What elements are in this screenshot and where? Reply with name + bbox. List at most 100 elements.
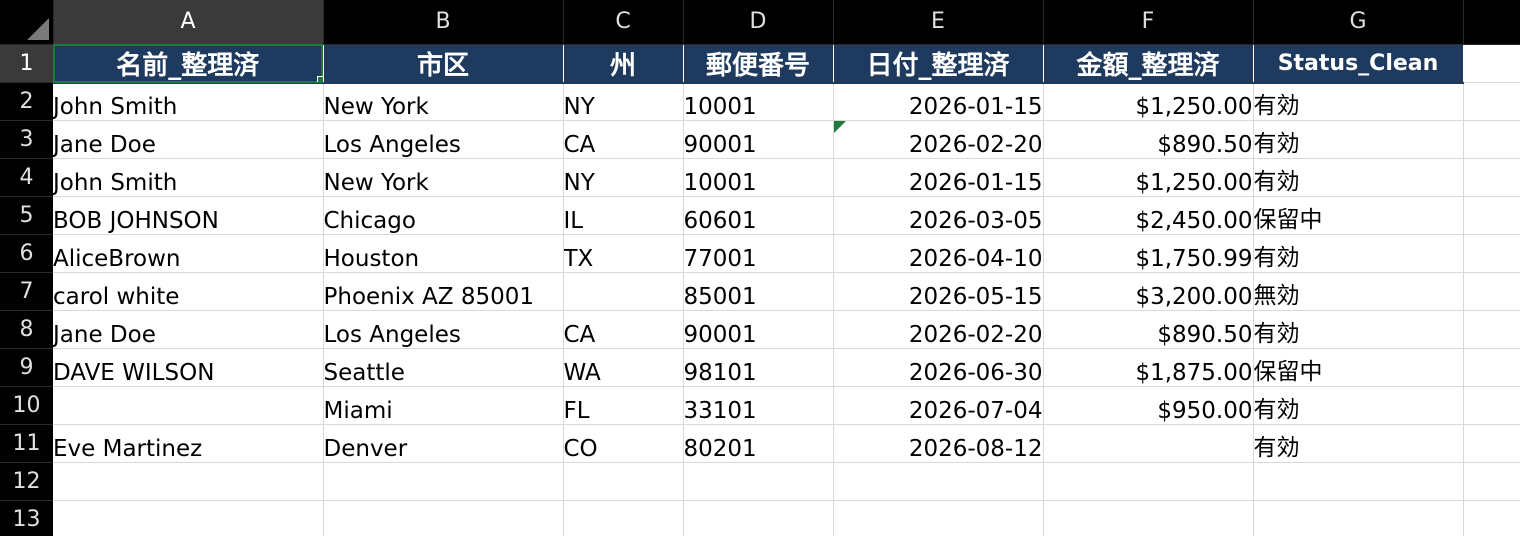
grid-cell[interactable]: $1,250.00 bbox=[1043, 158, 1254, 197]
grid-cell[interactable]: 98101 bbox=[683, 348, 834, 387]
fill-handle[interactable] bbox=[316, 75, 322, 81]
grid-cell[interactable]: AliceBrown bbox=[53, 234, 324, 273]
grid-cell[interactable]: 2026-04-10 bbox=[833, 234, 1044, 273]
grid-cell[interactable]: Los Angeles bbox=[323, 310, 564, 349]
grid-cell[interactable]: 90001 bbox=[683, 120, 834, 159]
grid-cell[interactable]: 有効 bbox=[1253, 120, 1464, 159]
header-cell-amount[interactable]: 金額_整理済 bbox=[1043, 44, 1254, 84]
header-cell-city[interactable]: 市区 bbox=[323, 44, 564, 84]
grid-cell[interactable]: 有効 bbox=[1253, 82, 1464, 121]
grid-cell[interactable]: WA bbox=[563, 348, 684, 387]
grid-cell[interactable]: CA bbox=[563, 120, 684, 159]
grid-cell[interactable] bbox=[683, 462, 834, 501]
column-header-b[interactable]: B bbox=[323, 0, 564, 45]
grid-cell[interactable]: Jane Doe bbox=[53, 310, 324, 349]
grid-cell[interactable] bbox=[1463, 272, 1520, 311]
row-header[interactable]: 10 bbox=[0, 386, 53, 425]
header-cell-date[interactable]: 日付_整理済 bbox=[833, 44, 1044, 84]
grid-cell[interactable] bbox=[53, 500, 324, 536]
grid-cell[interactable]: IL bbox=[563, 196, 684, 235]
row-header[interactable]: 5 bbox=[0, 196, 53, 235]
grid-cell[interactable]: $950.00 bbox=[1043, 386, 1254, 425]
column-header-c[interactable]: C bbox=[563, 0, 684, 45]
grid-cell[interactable] bbox=[1463, 424, 1520, 463]
grid-cell[interactable] bbox=[1463, 348, 1520, 387]
grid-cell[interactable]: New York bbox=[323, 158, 564, 197]
row-header[interactable]: 2 bbox=[0, 82, 53, 121]
row-header[interactable]: 6 bbox=[0, 234, 53, 273]
grid-cell[interactable]: CO bbox=[563, 424, 684, 463]
grid-cell[interactable]: 有効 bbox=[1253, 234, 1464, 273]
grid-cell[interactable]: 2026-01-15 bbox=[833, 82, 1044, 121]
grid-cell[interactable]: carol white bbox=[53, 272, 324, 311]
grid-cell[interactable]: Denver bbox=[323, 424, 564, 463]
grid-cell[interactable] bbox=[563, 500, 684, 536]
grid-cell[interactable]: $1,875.00 bbox=[1043, 348, 1254, 387]
row-header[interactable]: 13 bbox=[0, 500, 53, 536]
grid-cell[interactable] bbox=[1463, 158, 1520, 197]
grid-cell[interactable]: 2026-05-15 bbox=[833, 272, 1044, 311]
grid-cell[interactable]: John Smith bbox=[53, 82, 324, 121]
grid-cell[interactable]: 2026-08-12 bbox=[833, 424, 1044, 463]
grid-cell[interactable]: 2026-07-04 bbox=[833, 386, 1044, 425]
grid-cell[interactable] bbox=[833, 462, 1044, 501]
grid-cell[interactable]: 60601 bbox=[683, 196, 834, 235]
grid-cell[interactable] bbox=[1043, 424, 1254, 463]
grid-cell[interactable] bbox=[323, 462, 564, 501]
grid-cell[interactable]: 90001 bbox=[683, 310, 834, 349]
grid-cell[interactable]: $3,200.00 bbox=[1043, 272, 1254, 311]
header-cell-zip[interactable]: 郵便番号 bbox=[683, 44, 834, 84]
grid-cell[interactable] bbox=[1253, 500, 1464, 536]
grid-cell[interactable] bbox=[563, 462, 684, 501]
grid-cell[interactable]: 85001 bbox=[683, 272, 834, 311]
column-header-empty[interactable] bbox=[1463, 0, 1520, 45]
grid-cell[interactable] bbox=[1463, 82, 1520, 121]
grid-cell[interactable]: $890.50 bbox=[1043, 120, 1254, 159]
row-header[interactable]: 7 bbox=[0, 272, 53, 311]
grid-cell[interactable]: 保留中 bbox=[1253, 348, 1464, 387]
row-header[interactable]: 9 bbox=[0, 348, 53, 387]
grid-cell[interactable]: Seattle bbox=[323, 348, 564, 387]
row-header[interactable]: 8 bbox=[0, 310, 53, 349]
select-all-button[interactable] bbox=[0, 0, 54, 45]
grid-cell[interactable]: Los Angeles bbox=[323, 120, 564, 159]
grid-cell[interactable] bbox=[323, 500, 564, 536]
grid-cell[interactable]: 2026-02-20 bbox=[833, 120, 1044, 159]
row-header[interactable]: 11 bbox=[0, 424, 53, 463]
grid-cell[interactable] bbox=[833, 500, 1044, 536]
grid-cell[interactable]: 77001 bbox=[683, 234, 834, 273]
grid-cell[interactable]: 無効 bbox=[1253, 272, 1464, 311]
column-header-g[interactable]: G bbox=[1253, 0, 1464, 45]
grid-cell[interactable]: BOB JOHNSON bbox=[53, 196, 324, 235]
grid-cell[interactable]: 2026-03-05 bbox=[833, 196, 1044, 235]
grid-cell[interactable] bbox=[53, 462, 324, 501]
grid-cell[interactable]: 2026-01-15 bbox=[833, 158, 1044, 197]
header-cell-status[interactable]: Status_Clean bbox=[1253, 44, 1464, 84]
grid-cell[interactable]: CA bbox=[563, 310, 684, 349]
grid-cell[interactable]: Chicago bbox=[323, 196, 564, 235]
grid-cell[interactable]: 有効 bbox=[1253, 424, 1464, 463]
column-header-f[interactable]: F bbox=[1043, 0, 1254, 45]
grid-cell[interactable] bbox=[1463, 196, 1520, 235]
error-indicator-icon[interactable] bbox=[833, 121, 846, 133]
grid-cell[interactable]: 保留中 bbox=[1253, 196, 1464, 235]
header-cell-state[interactable]: 州 bbox=[563, 44, 684, 84]
grid-cell[interactable] bbox=[1463, 462, 1520, 501]
grid-cell[interactable]: 2026-06-30 bbox=[833, 348, 1044, 387]
row-header[interactable]: 4 bbox=[0, 158, 53, 197]
grid-cell[interactable]: 有効 bbox=[1253, 386, 1464, 425]
grid-cell[interactable]: New York bbox=[323, 82, 564, 121]
grid-cell[interactable]: 10001 bbox=[683, 158, 834, 197]
grid-cell[interactable] bbox=[53, 386, 324, 425]
grid-cell[interactable]: $1,250.00 bbox=[1043, 82, 1254, 121]
grid-cell[interactable]: NY bbox=[563, 82, 684, 121]
grid-cell[interactable] bbox=[1463, 120, 1520, 159]
grid-cell[interactable]: $890.50 bbox=[1043, 310, 1254, 349]
grid-cell[interactable] bbox=[1253, 462, 1464, 501]
grid-cell[interactable]: Miami bbox=[323, 386, 564, 425]
grid-cell[interactable]: 10001 bbox=[683, 82, 834, 121]
grid-cell[interactable]: Houston bbox=[323, 234, 564, 273]
grid-cell[interactable]: Phoenix AZ 85001 bbox=[323, 272, 564, 311]
grid-cell[interactable]: John Smith bbox=[53, 158, 324, 197]
grid-cell[interactable] bbox=[1463, 386, 1520, 425]
